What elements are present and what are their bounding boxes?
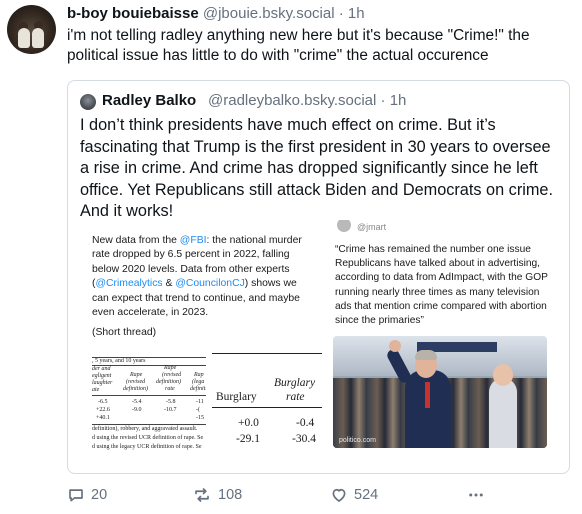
quoted-image-left[interactable]: New data from the @FBI: the national mur… [80,220,322,465]
news-text-part: & [162,278,176,290]
photo-hand [389,340,401,352]
quoted-post-meta: @radleybalko.bsky.social · 1h [208,92,406,109]
table-header: ate [92,387,100,393]
table-footnote: definition), robbery, and aggravated ass… [92,426,198,432]
post-actions: 20 108 524 [67,486,577,506]
table-header: Rape [164,365,177,371]
photo-watermark: politico.com [339,437,376,444]
author-avatar[interactable] [7,5,56,54]
quoted-post-text: I don’t think presidents have much effec… [80,116,554,220]
image-news-text: New data from the @FBI: the national mur… [92,234,314,320]
table-cell: -15 [196,415,204,421]
quoted-image-right[interactable]: @jmart “Crime has remained the number on… [327,220,562,465]
table-header: egligent [92,373,112,379]
table-cell: -6.5 [98,399,108,405]
table-title: , 5 years, and 10 years [92,358,146,364]
author-handle[interactable]: @jbouie.bsky.social [203,5,335,22]
table-cell: -9.0 [132,407,142,413]
table-header: Rape [130,372,143,378]
reply-button[interactable]: 20 [67,486,107,504]
table-header: (revised [126,379,146,385]
table-header: definiti [190,386,206,392]
table-cell: -( [196,407,200,413]
news-mention-councilon: @CouncilonCJ [175,278,245,290]
quoted-header-separator: · [380,92,386,109]
table-cell: -5.8 [166,399,176,405]
table-rule [92,424,206,425]
table-header: Burglary [216,391,257,403]
table-header: laughter [92,380,113,386]
repost-count: 108 [218,487,243,503]
image-big-table: Burglary Burglary rate +0.0 -0.4 -29.1 -… [212,353,322,465]
repost-icon [192,486,212,504]
photo-person [489,378,517,448]
table-cell: -10.7 [164,407,177,413]
table-header: definition) [123,386,148,392]
table-header: rate [165,386,175,392]
image-avatar [337,220,351,232]
avatar-figure [18,28,30,48]
table-header: (revised [162,372,182,378]
photo-person-head [493,364,513,386]
image-photo: politico.com [333,336,547,448]
table-cell: -11 [196,399,204,405]
table-rule [92,395,206,396]
table-cell: +40.1 [96,415,110,421]
quoted-post[interactable]: Radley Balko @radleybalko.bsky.social · … [67,80,570,474]
quoted-author-avatar[interactable] [80,94,96,110]
avatar-figure [32,28,44,48]
table-footnote: d using the revised UCR definition of ra… [92,435,204,441]
table-header: definition) [156,379,181,385]
more-options-button[interactable] [467,486,485,504]
table-header: Rap [194,372,204,378]
table-rule [212,353,322,354]
table-cell: +0.0 [238,417,259,429]
image-handle: @jmart [357,222,387,232]
repost-button[interactable]: 108 [192,486,242,504]
post: b-boy bouiebaisse @jbouie.bsky.social · … [0,0,582,514]
image-small-table: , 5 years, and 10 years der and egligent… [92,353,206,465]
photo-tie [425,382,430,408]
image-quote-text: “Crime has remained the number one issue… [335,244,548,327]
quoted-author-handle[interactable]: @radleybalko.bsky.social [208,92,376,109]
table-cell: +22.6 [96,407,110,413]
post-text: i'm not telling radley anything new here… [67,27,530,64]
reply-count: 20 [91,487,108,503]
comment-icon [67,486,85,504]
author-display-name[interactable]: b-boy bouiebaisse [67,5,199,22]
table-rule [212,407,322,408]
ellipsis-icon [467,486,485,504]
image-thread-label: (Short thread) [92,327,157,338]
like-button[interactable]: 524 [330,486,378,504]
like-count: 524 [354,487,379,503]
quoted-author-display-name[interactable]: Radley Balko [102,92,196,109]
table-footnote: d using the legacy UCR definition of rap… [92,444,202,450]
table-header: rate [286,391,305,403]
table-cell: -30.4 [292,433,316,445]
post-timestamp[interactable]: 1h [348,5,365,22]
news-text-part: New data from the [92,235,180,246]
photo-man-hair [415,350,437,360]
post-header: b-boy bouiebaisse @jbouie.bsky.social · … [67,5,365,23]
heart-icon [330,486,348,504]
header-separator: · [338,5,344,22]
quoted-post-timestamp[interactable]: 1h [390,92,407,109]
table-cell: -0.4 [296,417,315,429]
table-header: (lega [192,379,205,385]
table-cell: -29.1 [236,433,260,445]
news-mention-fbi: @FBI [179,235,207,246]
table-header: Burglary [274,377,316,389]
table-cell: -5.4 [132,399,142,405]
table-header: der and [92,366,111,372]
news-mention-crimealytics: @Crimealytics [95,278,163,290]
